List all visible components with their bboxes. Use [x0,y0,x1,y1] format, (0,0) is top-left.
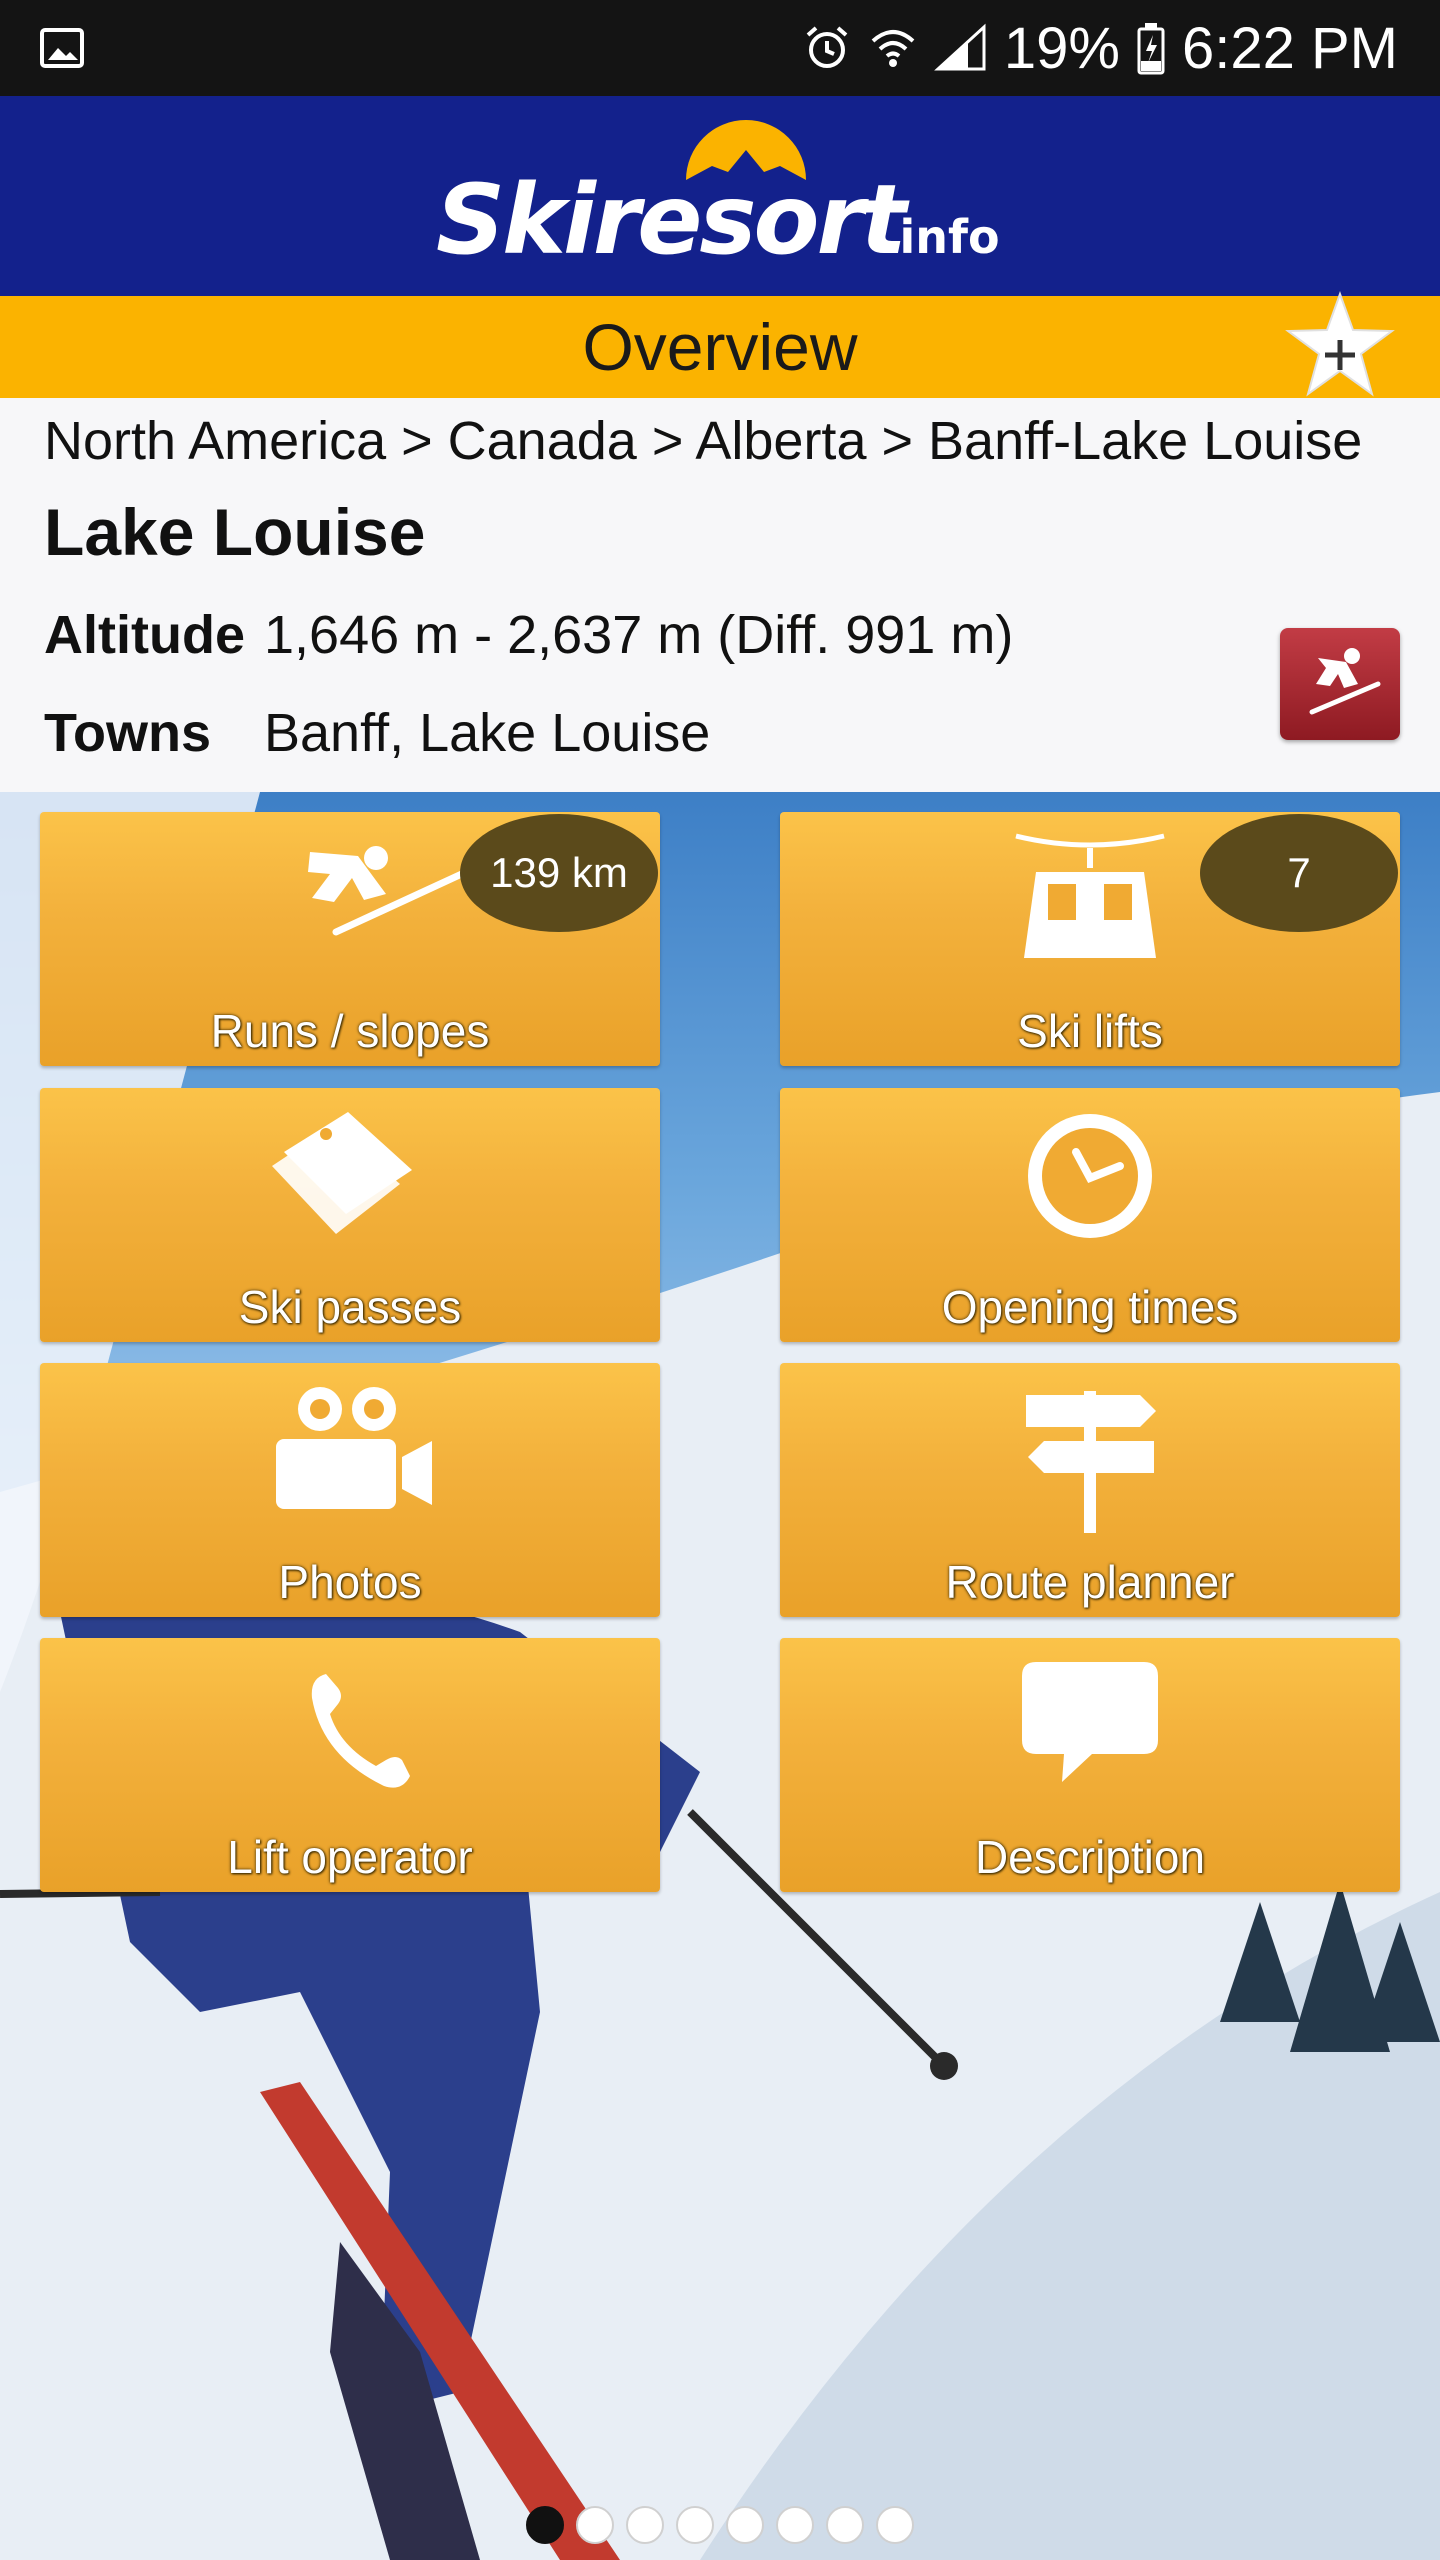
breadcrumb[interactable]: North America > Canada > Alberta > Banff… [44,410,1362,472]
runs-slopes-label: Runs / slopes [210,1005,490,1057]
overview-bar: Overview [0,296,1440,398]
altitude-row: Altitude 1,646 m - 2,637 m (Diff. 991 m) [44,604,1013,666]
towns-value: Banff, Lake Louise [264,703,711,763]
opening-times-label: Opening times [941,1281,1239,1333]
page-indicator[interactable] [0,2506,1440,2546]
skier-badge-icon [1309,648,1381,715]
page-dot[interactable] [776,2506,814,2544]
speech-bubble-icon [1022,1662,1158,1782]
route-planner-label: Route planner [945,1556,1235,1608]
ski-lifts-label: Ski lifts [1017,1005,1163,1057]
resort-name: Lake Louise [44,495,426,569]
battery-icon [1137,23,1165,75]
alarm-icon [806,26,848,68]
skiresort-test-badge[interactable] [1280,628,1400,740]
photos-label: Photos [278,1556,422,1608]
route-planner-tile[interactable]: Route planner [780,1363,1400,1617]
signpost-icon [1026,1391,1156,1533]
skiresort-logo[interactable]: Skiresort .info [0,96,1440,296]
lifts-count-badge: 7 [1200,814,1398,932]
lift-operator-label: Lift operator [227,1831,473,1883]
app-header: Skiresort .info [0,96,1440,296]
page-dot[interactable] [626,2506,664,2544]
signal-icon [934,23,986,71]
phone-icon [311,1674,410,1788]
clock-icon [1028,1114,1152,1238]
image-icon [40,28,84,68]
altitude-value: 1,646 m - 2,637 m (Diff. 991 m) [264,605,1014,665]
page-dot[interactable] [526,2506,564,2544]
clock-time: 6:22 PM [1182,15,1398,81]
altitude-label: Altitude [44,605,245,665]
wifi-icon [871,30,915,67]
ski-passes-tile[interactable]: Ski passes [40,1088,660,1342]
ticket-icon [272,1112,412,1234]
logo-suffix: .info [882,210,1000,264]
logo-wordmark: Skiresort [436,164,907,276]
resort-info-panel: North America > Canada > Alberta > Banff… [0,398,1440,792]
page-dot[interactable] [726,2506,764,2544]
battery-percent: 19% [1003,15,1120,81]
page-dot[interactable] [876,2506,914,2544]
photos-tile[interactable]: Photos [40,1363,660,1617]
lift-operator-tile[interactable]: Lift operator [40,1638,660,1892]
page-dot[interactable] [576,2506,614,2544]
runs-count-badge: 139 km [460,814,658,932]
opening-times-tile[interactable]: Opening times [780,1088,1400,1342]
status-bar: 19% 6:22 PM [0,0,1440,96]
page-dot[interactable] [676,2506,714,2544]
runs-slopes-tile[interactable]: 139 km Runs / slopes [40,812,660,1066]
page-title: Overview [582,310,858,384]
description-tile[interactable]: Description [780,1638,1400,1892]
ski-passes-label: Ski passes [238,1281,462,1333]
camera-icon [276,1387,432,1509]
ski-lifts-tile[interactable]: 7 Ski lifts [780,812,1400,1066]
description-label: Description [974,1831,1206,1883]
towns-row: Towns Banff, Lake Louise [44,702,710,764]
towns-label: Towns [44,703,211,763]
add-favorite-star-icon[interactable] [1282,290,1398,400]
page-dot[interactable] [826,2506,864,2544]
